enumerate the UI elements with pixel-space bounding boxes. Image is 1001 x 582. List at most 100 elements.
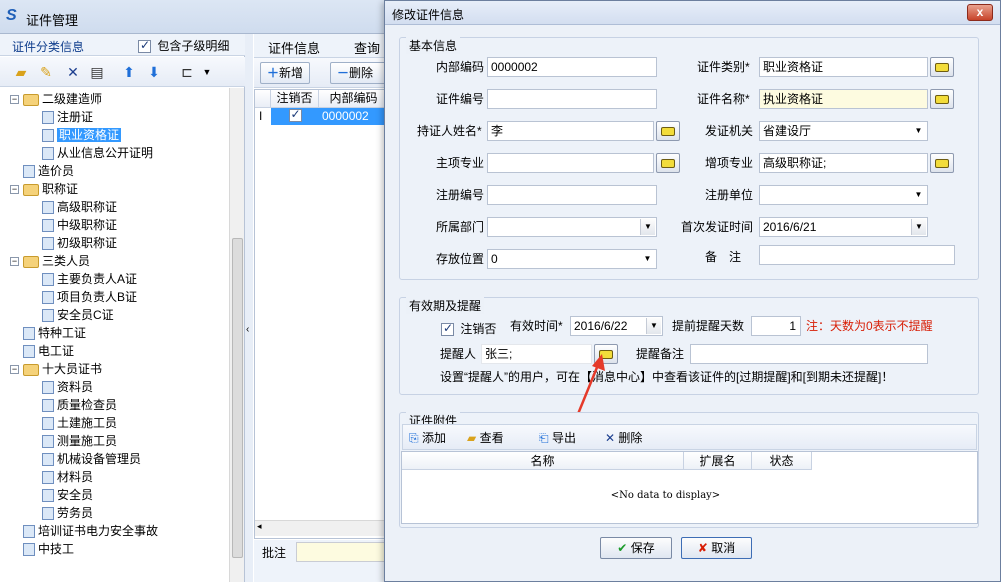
tree-item[interactable]: 机械设备管理员 bbox=[42, 450, 141, 468]
tree-item[interactable]: − 二级建造师 bbox=[10, 90, 102, 108]
tree-item[interactable]: 特种工证 bbox=[10, 324, 86, 342]
tree-item[interactable]: 中技工 bbox=[10, 540, 74, 558]
delete-button[interactable]: －删除 bbox=[330, 62, 388, 84]
scroll-thumb[interactable] bbox=[232, 238, 243, 558]
tree-item[interactable]: 高级职称证 bbox=[42, 198, 117, 216]
tree-item[interactable]: 安全员C证 bbox=[42, 306, 114, 324]
close-button[interactable]: x bbox=[967, 4, 993, 21]
tree-item[interactable]: 资料员 bbox=[42, 378, 93, 396]
cancelled-checkbox[interactable]: 注销否 bbox=[441, 320, 496, 337]
collapse-toggle-icon[interactable]: − bbox=[10, 185, 19, 195]
tree-item[interactable]: 材料员 bbox=[42, 468, 93, 486]
issuer-select[interactable]: 省建设厅 ▼ bbox=[759, 121, 928, 141]
cert-name-input[interactable]: 执业资格证 bbox=[759, 89, 928, 109]
include-children-checkbox[interactable]: 包含子级明细 bbox=[138, 37, 229, 54]
tree-item[interactable]: 注册证 bbox=[42, 108, 93, 126]
holder-input[interactable]: 李 bbox=[487, 121, 654, 141]
tree-item[interactable]: 质量检查员 bbox=[42, 396, 117, 414]
cancelled-cell[interactable] bbox=[271, 107, 319, 125]
edit-folder-icon[interactable]: ✎ bbox=[37, 63, 55, 81]
column-header[interactable]: 扩展名 bbox=[684, 452, 752, 470]
valid-until-date-input[interactable]: 2016/6/22 ▼ bbox=[570, 316, 663, 336]
internal-code-input[interactable]: 0000002 bbox=[487, 57, 657, 77]
document-icon bbox=[42, 147, 54, 161]
major-picker-button[interactable] bbox=[656, 153, 680, 173]
chevron-down-icon[interactable]: ▼ bbox=[198, 63, 216, 81]
properties-icon[interactable]: ▤ bbox=[88, 63, 106, 81]
tree-item-label: 安全员C证 bbox=[57, 308, 114, 322]
certificate-grid: 注销否 内部编码 I 0000002 ◂ bbox=[254, 89, 389, 539]
delete-attachment-button[interactable]: ✕ 删除 bbox=[605, 428, 642, 448]
tree-item[interactable]: 中级职称证 bbox=[42, 216, 117, 234]
tree-item[interactable]: 造价员 bbox=[10, 162, 74, 180]
tab-certificate-info[interactable]: 证件信息 bbox=[268, 38, 320, 57]
export-attachment-button[interactable]: ⎗ 导出 bbox=[539, 428, 576, 448]
collapse-arrow-icon[interactable]: ‹ bbox=[246, 324, 249, 335]
reg-no-input[interactable] bbox=[487, 185, 657, 205]
memo-label: 批注 bbox=[262, 546, 287, 560]
reminder-note-input[interactable] bbox=[690, 344, 928, 364]
valid-until-value: 2016/6/22 bbox=[574, 319, 628, 333]
tree-item-label: 注册证 bbox=[57, 110, 94, 124]
major-input[interactable] bbox=[487, 153, 654, 173]
move-up-icon[interactable]: ⬆ bbox=[120, 63, 138, 81]
view-attachment-button[interactable]: ▰ 查看 bbox=[467, 428, 504, 448]
tree-item-label: 培训证书电力安全事故 bbox=[38, 524, 159, 538]
tree-item[interactable]: − 三类人员 bbox=[10, 252, 90, 270]
location-select[interactable]: 0 ▼ bbox=[487, 249, 657, 269]
code-cell[interactable]: 0000002 bbox=[319, 108, 388, 125]
delete-icon[interactable]: ✕ bbox=[64, 63, 82, 81]
certificate-tabs: 证件信息 查询关 bbox=[254, 34, 389, 75]
cert-no-input[interactable] bbox=[487, 89, 657, 109]
panel-splitter[interactable]: ‹ bbox=[245, 34, 253, 582]
checkmark-icon: ✔ bbox=[617, 541, 628, 555]
tree-item[interactable]: 测量施工员 bbox=[42, 432, 117, 450]
table-row[interactable]: I 0000002 bbox=[255, 107, 388, 125]
holder-picker-button[interactable] bbox=[656, 121, 680, 141]
memo-input[interactable] bbox=[296, 542, 386, 562]
add-attachment-button[interactable]: ⎘ 添加 bbox=[409, 428, 446, 448]
grid-hscrollbar[interactable]: ◂ bbox=[255, 520, 388, 536]
column-header[interactable]: 状态 bbox=[752, 452, 812, 470]
tree-item[interactable]: − 职称证 bbox=[10, 180, 78, 198]
first-issue-date-input[interactable]: 2016/6/21 ▼ bbox=[759, 217, 928, 237]
save-button[interactable]: ✔ 保存 bbox=[600, 537, 672, 559]
remind-days-input[interactable]: 1 bbox=[751, 316, 801, 336]
arrow-head bbox=[592, 354, 605, 371]
tree-item[interactable]: − 十大员证书 bbox=[10, 360, 102, 378]
tree-item[interactable]: 电工证 bbox=[10, 342, 74, 360]
move-down-icon[interactable]: ⬇ bbox=[145, 63, 163, 81]
scroll-left-icon[interactable]: ◂ bbox=[257, 521, 262, 532]
tree-item[interactable]: 劳务员 bbox=[42, 504, 93, 522]
collapse-toggle-icon[interactable]: − bbox=[10, 365, 19, 375]
cert-type-input[interactable]: 职业资格证 bbox=[759, 57, 928, 77]
dept-select[interactable]: ▼ bbox=[487, 217, 657, 237]
cert-type-picker-button[interactable] bbox=[930, 57, 954, 77]
layout-icon[interactable]: ⊏ bbox=[178, 63, 196, 81]
remark-input[interactable] bbox=[759, 245, 955, 265]
column-header[interactable]: 名称 bbox=[402, 452, 684, 470]
tree-item[interactable]: 培训证书电力安全事故 bbox=[10, 522, 158, 540]
extra-major-picker-button[interactable] bbox=[930, 153, 954, 173]
tree-item[interactable]: 职业资格证 bbox=[42, 126, 122, 144]
tree-scrollbar[interactable] bbox=[229, 88, 244, 582]
column-header[interactable]: 注销否 bbox=[271, 90, 319, 108]
cancel-button[interactable]: ✘ 取消 bbox=[681, 537, 752, 559]
tree-item[interactable]: 主要负责人A证 bbox=[42, 270, 137, 288]
minus-icon: － bbox=[337, 66, 350, 80]
add-button[interactable]: ＋新增 bbox=[260, 62, 311, 84]
column-header[interactable]: 内部编码 bbox=[319, 90, 389, 108]
tree-item[interactable]: 从业信息公开证明 bbox=[42, 144, 153, 162]
collapse-toggle-icon[interactable]: − bbox=[10, 95, 19, 105]
collapse-toggle-icon[interactable]: − bbox=[10, 257, 19, 267]
tree-item[interactable]: 初级职称证 bbox=[42, 234, 117, 252]
cert-name-picker-button[interactable] bbox=[930, 89, 954, 109]
new-folder-icon[interactable]: ▰ bbox=[12, 63, 30, 81]
reg-unit-select[interactable]: ▼ bbox=[759, 185, 928, 205]
remind-days-label: 提前提醒天数 bbox=[672, 319, 745, 333]
tree-item[interactable]: 安全员 bbox=[42, 486, 93, 504]
tree-item[interactable]: 项目负责人B证 bbox=[42, 288, 137, 306]
extra-major-input[interactable]: 高级职称证; bbox=[759, 153, 928, 173]
folder-icon bbox=[23, 255, 39, 268]
tree-item[interactable]: 土建施工员 bbox=[42, 414, 117, 432]
